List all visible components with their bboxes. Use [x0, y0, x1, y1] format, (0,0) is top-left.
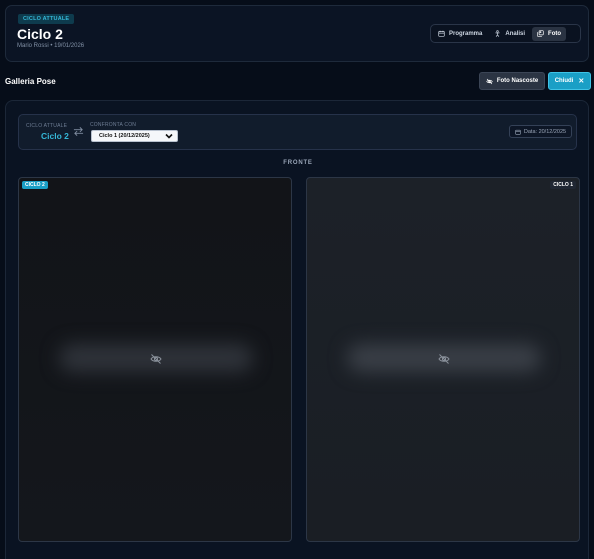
eye-off-icon — [150, 354, 162, 364]
chevron-down-icon — [165, 133, 173, 139]
photos-icon — [537, 30, 544, 37]
cycle-title: Ciclo 2 — [17, 26, 63, 42]
tab-foto-label: Foto — [548, 30, 562, 37]
tab-analisi[interactable]: Analisi — [489, 27, 530, 41]
eye-off-icon — [486, 78, 493, 84]
calendar-icon — [438, 30, 445, 37]
current-cycle-badge: CICLO ATTUALE — [18, 14, 75, 24]
photo-cycle-badge: CICLO 1 — [550, 181, 576, 189]
current-cycle-value: Ciclo 2 — [41, 131, 69, 141]
compare-with-label: CONFRONTA CON — [90, 122, 137, 128]
photo-current-cycle[interactable]: CICLO 2 — [18, 177, 292, 542]
tab-programma-label: Programma — [449, 30, 483, 37]
close-icon: ✕ — [578, 78, 585, 85]
hidden-photos-button[interactable]: Foto Nascoste — [479, 72, 545, 90]
tab-analisi-label: Analisi — [505, 30, 526, 37]
close-button[interactable]: Chiudi ✕ — [548, 72, 591, 90]
compare-cycle-value: Ciclo 1 (20/12/2025) — [99, 133, 150, 139]
view-tabs: Programma Analisi Foto — [430, 24, 581, 43]
photo-cycle-badge: CICLO 2 — [22, 181, 48, 189]
body-icon — [495, 30, 501, 37]
pose-section-label: FRONTE — [283, 160, 313, 166]
gallery-title: Galleria Pose — [5, 77, 56, 86]
swap-icon — [73, 127, 84, 136]
gallery-panel: CICLO ATTUALE Ciclo 2 CONFRONTA CON Cicl… — [5, 100, 589, 559]
date-chip: Data: 20/12/2025 — [509, 125, 572, 138]
compare-bar: CICLO ATTUALE Ciclo 2 CONFRONTA CON Cicl… — [18, 114, 577, 150]
cycle-header: CICLO ATTUALE Ciclo 2 Mario Rossi • 19/0… — [5, 5, 589, 62]
current-cycle-label: CICLO ATTUALE — [26, 123, 68, 129]
tab-foto[interactable]: Foto — [532, 26, 567, 41]
date-label: Data: 20/12/2025 — [523, 128, 567, 135]
cycle-subtitle: Mario Rossi • 19/01/2026 — [17, 43, 85, 49]
calendar-icon — [515, 129, 521, 135]
close-label: Chiudi — [554, 78, 574, 84]
hidden-photos-label: Foto Nascoste — [496, 78, 539, 84]
compare-cycle-select[interactable]: Ciclo 1 (20/12/2025) — [91, 130, 178, 142]
photo-compare-cycle[interactable]: CICLO 1 — [306, 177, 580, 542]
tab-programma[interactable]: Programma — [433, 27, 487, 41]
eye-off-icon — [438, 354, 450, 364]
